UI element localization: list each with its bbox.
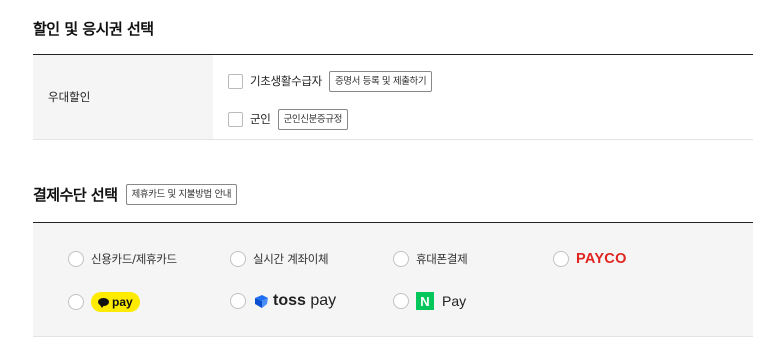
transfer-label: 실시간 계좌이체 xyxy=(253,252,329,266)
kakaopay-logo-text: pay xyxy=(112,295,133,309)
certificate-submit-button[interactable]: 증명서 등록 및 제출하기 xyxy=(328,70,433,92)
discount-row-label: 우대할인 xyxy=(33,55,213,139)
pay-option-card[interactable]: 신용카드/제휴카드 xyxy=(68,251,177,267)
speech-bubble-icon xyxy=(98,298,109,308)
discount-section-title: 할인 및 응시권 선택 xyxy=(33,20,154,38)
military-id-rules-button[interactable]: 군인신분증규정 xyxy=(277,108,348,130)
phone-radio[interactable] xyxy=(393,251,409,267)
kakaopay-radio[interactable] xyxy=(68,294,84,310)
basic-living-checkbox[interactable] xyxy=(228,73,243,89)
payment-bottom-rule xyxy=(33,336,753,337)
tosspay-logo: toss pay xyxy=(253,292,336,310)
discount-table: 우대할인 기초생활수급자 증명서 등록 및 제출하기 군인 군인신분증규정 xyxy=(33,55,753,139)
basic-living-label: 기초생활수급자 xyxy=(250,74,322,88)
tosspay-logo-text: toss pay xyxy=(273,292,337,309)
discount-option-military: 군인 군인신분증규정 xyxy=(228,108,753,130)
discount-options: 기초생활수급자 증명서 등록 및 제출하기 군인 군인신분증규정 xyxy=(213,55,753,139)
naverpay-logo: N Pay xyxy=(416,292,466,310)
discount-option-basic-living: 기초생활수급자 증명서 등록 및 제출하기 xyxy=(228,70,753,92)
transfer-radio[interactable] xyxy=(230,251,246,267)
military-checkbox[interactable] xyxy=(228,111,243,127)
toss-icon xyxy=(255,295,268,308)
pay-option-payco[interactable]: PAYCO xyxy=(553,251,627,267)
card-radio[interactable] xyxy=(68,251,84,267)
discount-bottom-rule xyxy=(33,139,753,140)
card-label: 신용카드/제휴카드 xyxy=(91,252,177,266)
kakaopay-logo: pay xyxy=(91,292,140,312)
payment-methods: 신용카드/제휴카드 실시간 계좌이체 휴대폰결제 PAYCO pay toss … xyxy=(33,223,753,336)
pay-option-phone[interactable]: 휴대폰결제 xyxy=(393,251,468,267)
pay-option-naverpay[interactable]: N Pay xyxy=(393,292,466,310)
payco-logo: PAYCO xyxy=(576,251,627,267)
payment-section-header: 결제수단 선택 제휴카드 및 지불방법 안내 xyxy=(33,184,238,205)
tosspay-radio[interactable] xyxy=(230,293,246,309)
naver-n-icon: N xyxy=(416,292,434,310)
payco-radio[interactable] xyxy=(553,251,569,267)
payment-guide-button[interactable]: 제휴카드 및 지불방법 안내 xyxy=(125,184,238,205)
payment-section-title: 결제수단 선택 xyxy=(33,186,118,204)
naverpay-radio[interactable] xyxy=(393,293,409,309)
phone-label: 휴대폰결제 xyxy=(416,252,468,266)
pay-option-kakaopay[interactable]: pay xyxy=(68,292,140,312)
military-label: 군인 xyxy=(250,112,271,126)
naverpay-logo-text: Pay xyxy=(442,293,467,309)
pay-option-tosspay[interactable]: toss pay xyxy=(230,292,336,310)
pay-option-transfer[interactable]: 실시간 계좌이체 xyxy=(230,251,329,267)
